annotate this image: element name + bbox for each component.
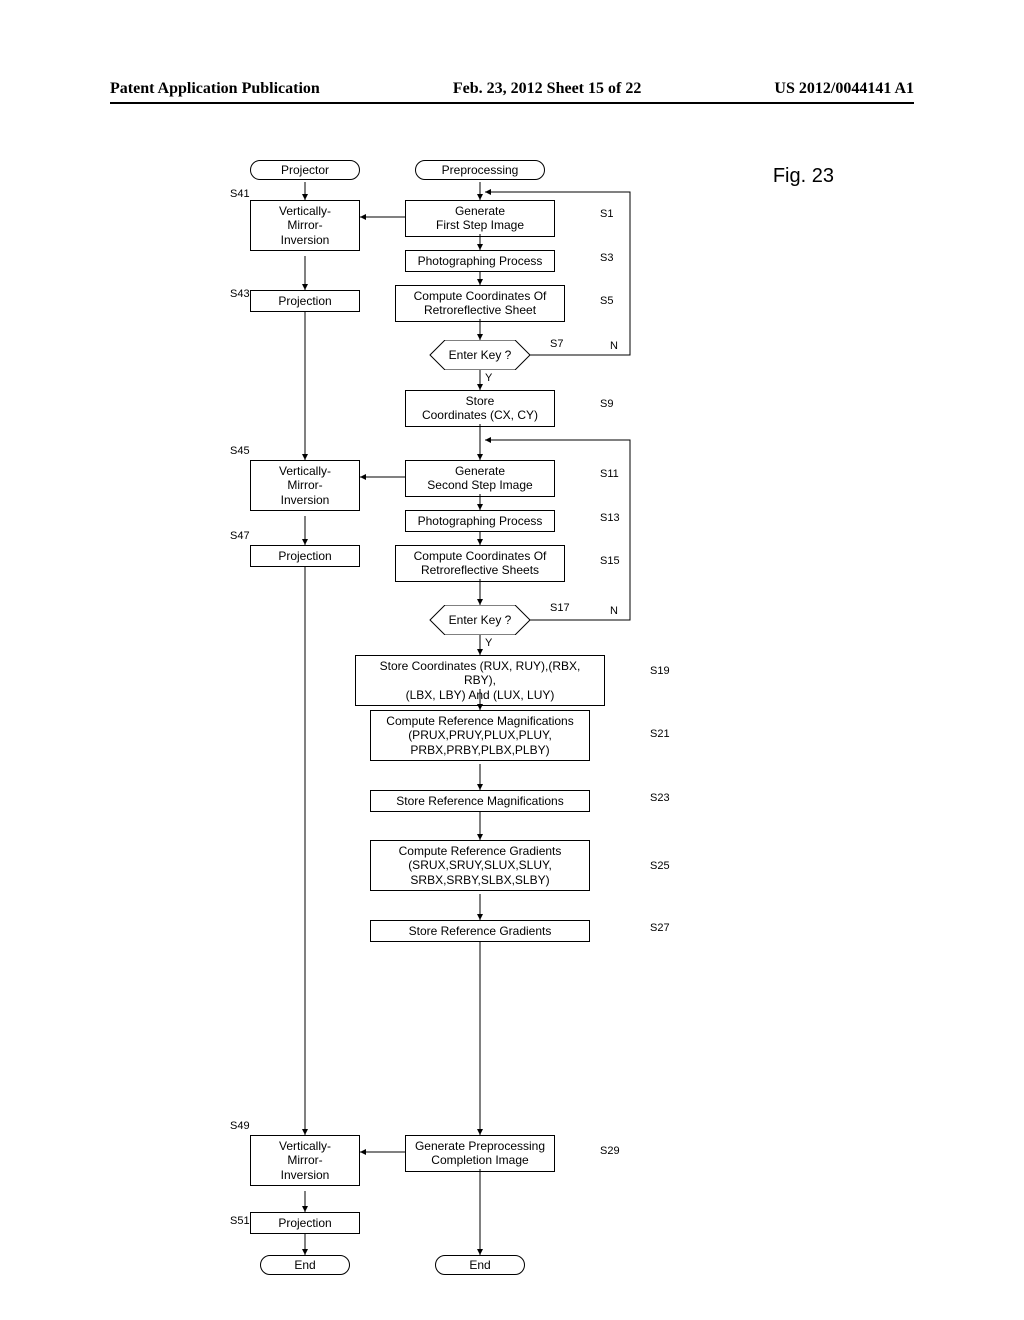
label-s29: S29 <box>600 1145 620 1157</box>
step-s19: Store Coordinates (RUX, RUY),(RBX, RBY),… <box>355 655 605 706</box>
projector-end: End <box>260 1255 350 1275</box>
preprocessing-start: Preprocessing <box>415 160 545 180</box>
label-s27: S27 <box>650 922 670 934</box>
label-s21: S21 <box>650 728 670 740</box>
label-s5: S5 <box>600 295 613 307</box>
header-center: Feb. 23, 2012 Sheet 15 of 22 <box>453 80 641 98</box>
page-header: Patent Application Publication Feb. 23, … <box>110 80 914 104</box>
decision-s7-text: Enter Key ? <box>449 348 512 362</box>
step-s3: Photographing Process <box>405 250 555 272</box>
step-s1: Generate First Step Image <box>405 200 555 237</box>
step-s43: Projection <box>250 290 360 312</box>
no-s17: N <box>610 605 618 617</box>
figure-label: Fig. 23 <box>773 165 834 188</box>
step-s49: Vertically- Mirror- Inversion <box>250 1135 360 1186</box>
projector-start: Projector <box>250 160 360 180</box>
label-s9: S9 <box>600 398 613 410</box>
step-s13: Photographing Process <box>405 510 555 532</box>
step-s29: Generate Preprocessing Completion Image <box>405 1135 555 1172</box>
label-s13: S13 <box>600 512 620 524</box>
decision-s17-text: Enter Key ? <box>449 613 512 627</box>
step-s45: Vertically- Mirror- Inversion <box>250 460 360 511</box>
no-s7: N <box>610 340 618 352</box>
step-s27: Store Reference Gradients <box>370 920 590 942</box>
label-s47: S47 <box>230 530 250 542</box>
label-s49: S49 <box>230 1120 250 1132</box>
label-s17: S17 <box>550 602 570 614</box>
label-s41: S41 <box>230 188 250 200</box>
step-s21: Compute Reference Magnifications (PRUX,P… <box>370 710 590 761</box>
label-s23: S23 <box>650 792 670 804</box>
decision-s17: Enter Key ? <box>420 605 540 635</box>
step-s23: Store Reference Magnifications <box>370 790 590 812</box>
header-right: US 2012/0044141 A1 <box>774 80 914 98</box>
label-s45: S45 <box>230 445 250 457</box>
label-s11: S11 <box>600 468 619 480</box>
label-s3: S3 <box>600 252 613 264</box>
label-s43: S43 <box>230 288 250 300</box>
yes-s17: Y <box>485 637 492 649</box>
step-s5: Compute Coordinates Of Retroreflective S… <box>395 285 565 322</box>
preprocessing-end: End <box>435 1255 525 1275</box>
label-s15: S15 <box>600 555 620 567</box>
label-s19: S19 <box>650 665 670 677</box>
label-s25: S25 <box>650 860 670 872</box>
step-s9: Store Coordinates (CX, CY) <box>405 390 555 427</box>
label-s51: S51 <box>230 1215 250 1227</box>
header-left: Patent Application Publication <box>110 80 320 98</box>
yes-s7: Y <box>485 372 492 384</box>
label-s1: S1 <box>600 208 613 220</box>
step-s47: Projection <box>250 545 360 567</box>
decision-s7: Enter Key ? <box>420 340 540 370</box>
step-s41: Vertically- Mirror- Inversion <box>250 200 360 251</box>
step-s11: Generate Second Step Image <box>405 460 555 497</box>
step-s15: Compute Coordinates Of Retroreflective S… <box>395 545 565 582</box>
step-s51: Projection <box>250 1212 360 1234</box>
step-s25: Compute Reference Gradients (SRUX,SRUY,S… <box>370 840 590 891</box>
label-s7: S7 <box>550 338 563 350</box>
